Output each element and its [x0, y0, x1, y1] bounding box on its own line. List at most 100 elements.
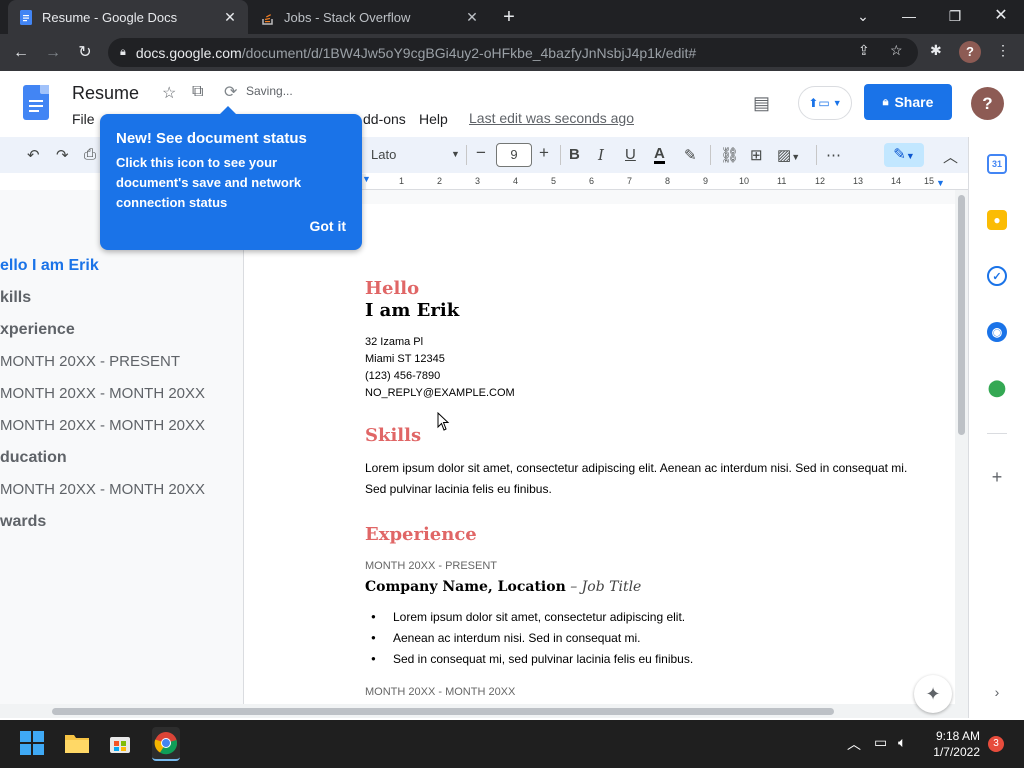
extensions-puzzle-icon[interactable]: ✱: [930, 42, 942, 59]
comment-history-icon[interactable]: ▤: [753, 93, 770, 114]
hide-menus-chevron-up-icon[interactable]: ︿: [943, 146, 958, 167]
tab-label: Resume - Google Docs: [42, 9, 178, 25]
outline-item-experience[interactable]: xperience: [0, 321, 75, 339]
tab-jobs-stack-overflow[interactable]: Jobs - Stack Overflow ✕: [250, 0, 490, 34]
right-indent-marker-icon[interactable]: ▼: [936, 178, 945, 188]
close-tab-icon[interactable]: ✕: [222, 9, 238, 26]
insert-image-icon[interactable]: ▨▼: [777, 146, 800, 164]
increase-font-size-button[interactable]: +: [539, 143, 549, 163]
present-button[interactable]: ⬆︎▭ ▼: [798, 86, 852, 120]
text-color-button[interactable]: A: [654, 146, 665, 164]
last-edit-link[interactable]: Last edit was seconds ago: [469, 110, 634, 126]
contacts-icon[interactable]: ◉: [987, 322, 1007, 342]
chrome-taskbar-icon[interactable]: [152, 727, 180, 761]
vertical-scrollbar[interactable]: [955, 190, 968, 704]
outline-item-education[interactable]: ducation: [0, 449, 67, 467]
outline-item-exp-3[interactable]: MONTH 20XX - MONTH 20XX: [0, 417, 205, 434]
browser-toolbar: ← → ↻ 🔒︎ docs.google.com/document/d/1BW4…: [0, 34, 1024, 71]
forward-button[interactable]: →: [40, 40, 66, 66]
font-name: Lato: [371, 147, 397, 162]
keep-icon[interactable]: ●: [987, 210, 1007, 230]
exp1-bullet: Sed in consequat mi, sed pulvinar lacini…: [371, 652, 693, 666]
maps-icon[interactable]: ⬤: [987, 378, 1007, 398]
address-bar[interactable]: 🔒︎ docs.google.com/document/d/1BW4Jw5oY9…: [108, 38, 918, 67]
ruler-tick: 1: [399, 176, 405, 186]
lock-icon[interactable]: 🔒︎: [120, 46, 126, 59]
calendar-icon[interactable]: 31: [987, 154, 1007, 174]
editing-mode-button[interactable]: ✎▼: [884, 143, 924, 167]
system-clock[interactable]: 9:18 AM 1/7/2022: [928, 728, 980, 760]
document-page[interactable]: Hello I am Erik 32 Izama Pl Miami ST 123…: [245, 204, 955, 704]
horizontal-scrollbar[interactable]: [0, 704, 968, 718]
network-icon[interactable]: ▭: [874, 734, 887, 751]
share-page-icon[interactable]: ⇪: [858, 42, 870, 59]
outline-item-skills[interactable]: kills: [0, 289, 31, 307]
lock-icon: 🔒︎: [882, 95, 889, 108]
font-size-input[interactable]: 9: [496, 143, 532, 167]
tasks-icon[interactable]: ✓: [987, 266, 1007, 286]
outline-item-edu-1[interactable]: MONTH 20XX - MONTH 20XX: [0, 481, 205, 498]
get-add-ons-plus-icon[interactable]: +: [987, 467, 1007, 487]
outline-item-hello[interactable]: ello I am Erik: [0, 257, 99, 275]
email-address: NO_REPLY@EXAMPLE.COM: [365, 387, 515, 399]
document-status-sync-icon[interactable]: ⟳: [224, 82, 237, 102]
add-comment-icon[interactable]: ⊞: [750, 146, 763, 164]
exp1-bullet: Lorem ipsum dolor sit amet, consectetur …: [371, 610, 685, 624]
windows-start-icon[interactable]: [20, 731, 46, 757]
mouse-cursor-icon: [437, 412, 450, 431]
menu-file[interactable]: File: [72, 111, 95, 127]
exp1-company: Company Name, Location: [365, 579, 566, 595]
print-icon[interactable]: ⎙: [84, 146, 96, 163]
bookmark-star-icon[interactable]: ☆: [890, 42, 903, 59]
menu-add-ons[interactable]: dd-ons: [363, 111, 406, 127]
bold-button[interactable]: B: [569, 146, 580, 163]
outline-item-exp-2[interactable]: MONTH 20XX - MONTH 20XX: [0, 385, 205, 402]
move-folder-icon[interactable]: ⧉: [192, 83, 203, 101]
file-explorer-icon[interactable]: [64, 731, 90, 757]
tab-search-icon[interactable]: ⌄: [840, 0, 886, 34]
tab-label: Jobs - Stack Overflow: [284, 9, 411, 25]
tab-resume-google-docs[interactable]: Resume - Google Docs ✕: [8, 0, 248, 34]
ruler-tick: 7: [627, 176, 633, 186]
left-indent-marker-icon[interactable]: ▼: [362, 174, 371, 184]
exp1-separator: –: [565, 579, 582, 595]
google-docs-logo-icon[interactable]: [23, 85, 49, 120]
got-it-button[interactable]: Got it: [309, 218, 346, 234]
notification-badge[interactable]: 3: [988, 736, 1004, 752]
document-title[interactable]: Resume: [72, 83, 139, 104]
minimize-button[interactable]: —: [886, 0, 932, 34]
show-hidden-icons-chevron-up-icon[interactable]: ︿: [847, 734, 861, 754]
close-window-button[interactable]: ✕: [978, 0, 1024, 34]
show-side-panel-chevron-icon[interactable]: ›: [987, 682, 1007, 702]
document-outline-panel: ello I am Erik kills xperience MONTH 20X…: [0, 190, 244, 704]
italic-button[interactable]: I: [598, 146, 604, 164]
underline-button[interactable]: U: [625, 146, 636, 163]
redo-icon[interactable]: ↷: [56, 146, 69, 164]
account-avatar[interactable]: ?: [971, 87, 1004, 120]
new-tab-button[interactable]: +: [498, 6, 520, 28]
browser-menu-icon[interactable]: ⋮: [996, 42, 1010, 59]
menu-help[interactable]: Help: [419, 111, 448, 127]
insert-link-icon[interactable]: ⛓: [720, 146, 739, 164]
restore-button[interactable]: ❐: [932, 0, 978, 34]
outline-item-exp-1[interactable]: MONTH 20XX - PRESENT: [0, 353, 180, 370]
font-select[interactable]: Lato ▼: [371, 147, 461, 162]
undo-icon[interactable]: ↶: [27, 146, 40, 164]
document-canvas[interactable]: Hello I am Erik 32 Izama Pl Miami ST 123…: [245, 190, 955, 704]
reload-button[interactable]: ↻: [72, 40, 98, 66]
microsoft-store-icon[interactable]: [108, 731, 134, 757]
explore-sparkle-button[interactable]: ✦: [914, 675, 952, 713]
browser-profile-avatar[interactable]: ?: [959, 41, 981, 63]
outline-item-awards[interactable]: wards: [0, 513, 46, 531]
share-button[interactable]: 🔒︎ Share: [864, 84, 952, 120]
decrease-font-size-button[interactable]: −: [476, 143, 486, 163]
close-tab-icon[interactable]: ✕: [464, 9, 480, 26]
ruler-tick: 2: [437, 176, 443, 186]
back-button[interactable]: ←: [8, 40, 34, 66]
more-options-icon[interactable]: ⋯: [826, 146, 841, 164]
exp2-date: MONTH 20XX - MONTH 20XX: [365, 686, 516, 698]
exp1-bullet: Aenean ac interdum nisi. Sed in consequa…: [371, 631, 641, 645]
highlight-pen-icon[interactable]: ✎: [684, 146, 697, 164]
volume-icon[interactable]: 🔈︎: [898, 734, 906, 751]
star-icon[interactable]: ☆: [162, 83, 176, 103]
